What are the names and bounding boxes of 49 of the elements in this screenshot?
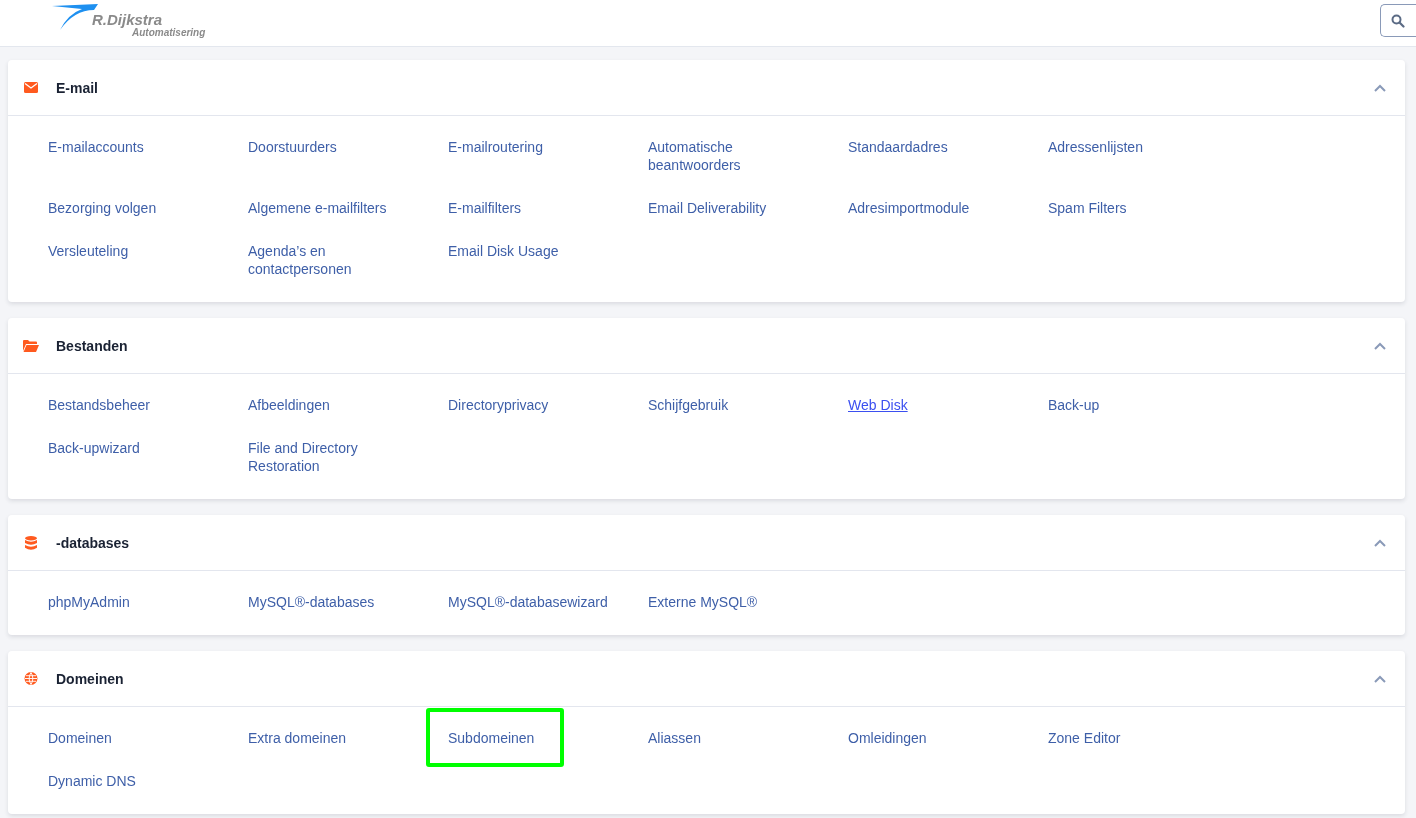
section-title: Domeinen <box>56 670 125 687</box>
logo-tagline: Automatisering <box>132 27 206 38</box>
tool-link[interactable]: Back-up <box>1048 396 1228 414</box>
section-title: -databases <box>56 534 131 551</box>
tool-link[interactable]: Email Disk Usage <box>448 242 628 260</box>
tool-link[interactable]: E-mailaccounts <box>48 138 228 156</box>
tool-link[interactable]: Adresimportmodule <box>848 199 1028 217</box>
tool-link[interactable]: Algemene e-mailfilters <box>248 199 428 217</box>
tool-link[interactable]: Spam Filters <box>1048 199 1228 217</box>
tool-link[interactable]: E-mailfilters <box>448 199 628 217</box>
section-title: E-mail <box>56 79 99 96</box>
tool-link[interactable]: Externe MySQL® <box>648 593 828 611</box>
tool-link[interactable]: Subdomeinen <box>426 708 565 767</box>
tool-link[interactable]: Afbeeldingen <box>248 396 428 414</box>
database-icon <box>23 535 39 550</box>
tool-link[interactable]: phpMyAdmin <box>48 593 228 611</box>
search-field[interactable] <box>1380 4 1416 37</box>
tool-link[interactable]: File and Directory Restoration <box>248 439 428 475</box>
tool-link[interactable]: Omleidingen <box>848 729 1028 747</box>
tool-link[interactable]: Aliassen <box>648 729 828 747</box>
chevron-icon[interactable] <box>1374 538 1386 547</box>
tool-link[interactable]: E-mailroutering <box>448 138 628 156</box>
tool-link[interactable]: Back-upwizard <box>48 439 228 457</box>
tool-link[interactable]: Bezorging volgen <box>48 199 228 217</box>
tool-link[interactable]: Standaardadres <box>848 138 1028 156</box>
search-icon <box>1391 13 1405 28</box>
tool-link[interactable]: MySQL®-databases <box>248 593 428 611</box>
section-title: Bestanden <box>56 337 129 354</box>
tool-link[interactable]: MySQL®-databasewizard <box>448 593 628 611</box>
tool-link[interactable]: Versleuteling <box>48 242 228 260</box>
chevron-icon[interactable] <box>1374 341 1386 350</box>
tool-link[interactable]: Email Deliverability <box>648 199 828 217</box>
tool-link[interactable]: Doorstuurders <box>248 138 428 156</box>
tool-link[interactable]: Bestandsbeheer <box>48 396 228 414</box>
tool-link[interactable]: Zone Editor <box>1048 729 1228 747</box>
tool-link[interactable]: Schijfgebruik <box>648 396 828 414</box>
globe-icon <box>23 672 39 685</box>
tool-link[interactable]: Extra domeinen <box>248 729 428 747</box>
tool-link[interactable]: Adressenlijsten <box>1048 138 1228 156</box>
tool-link[interactable]: Automatische beantwoorders <box>648 138 828 174</box>
chevron-icon[interactable] <box>1374 83 1386 92</box>
tool-link[interactable]: Agenda’s en contactpersonen <box>248 242 428 278</box>
tool-link[interactable]: Domeinen <box>48 729 228 747</box>
tool-link[interactable]: Dynamic DNS <box>48 772 228 790</box>
envelope-icon <box>23 82 39 93</box>
chevron-icon[interactable] <box>1374 674 1386 683</box>
tool-link[interactable]: Directoryprivacy <box>448 396 628 414</box>
tool-link[interactable]: Web Disk <box>848 396 908 414</box>
folder-icon <box>23 339 39 352</box>
